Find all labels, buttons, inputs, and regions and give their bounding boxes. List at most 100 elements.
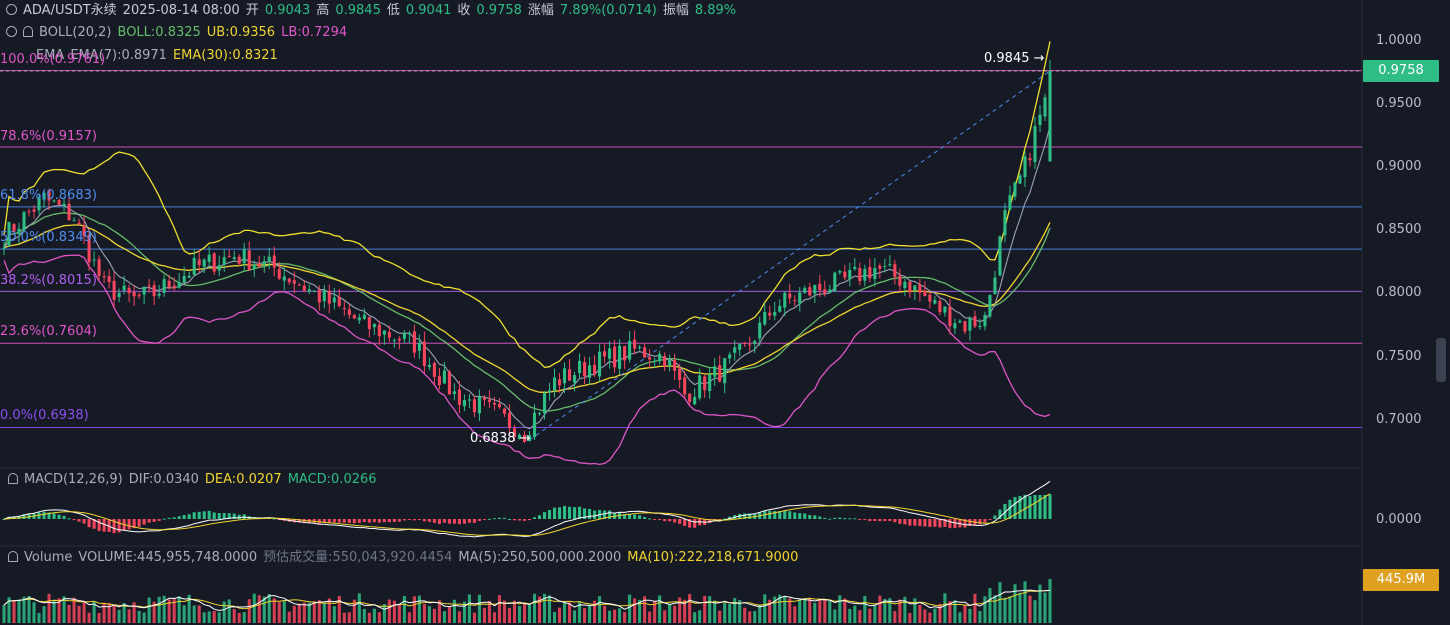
macd-bar: [437, 519, 441, 524]
candle-body: [182, 275, 186, 283]
macd-bar: [222, 513, 226, 519]
candle-body: [668, 359, 672, 366]
fib-label-100: 100.0%(0.9761): [0, 52, 106, 67]
volume-bar: [387, 599, 391, 623]
macd-bar: [948, 519, 952, 529]
candle-body: [437, 376, 441, 385]
candle-body: [537, 413, 542, 415]
candle-body: [262, 261, 266, 265]
macd-bar: [552, 507, 557, 519]
candle-body: [432, 363, 436, 377]
candle-body: [1028, 158, 1032, 161]
volume-bar: [47, 593, 51, 623]
candle-body: [893, 264, 897, 277]
candle-body: [282, 276, 286, 281]
price-tick: 0.7000: [1376, 412, 1422, 427]
alert-bell-icon[interactable]: [8, 551, 18, 562]
candle-body: [953, 323, 957, 329]
candle-body: [828, 289, 832, 293]
candle-body: [382, 330, 386, 335]
macd-bar: [502, 517, 507, 519]
candle-body: [773, 311, 777, 316]
volume-bar: [933, 608, 937, 623]
candle-body: [67, 203, 71, 221]
macd-bar: [823, 517, 827, 519]
candle-body: [823, 289, 827, 294]
volume-bar: [297, 603, 301, 623]
macd-bar: [542, 512, 547, 519]
alert-bell-icon[interactable]: [8, 473, 18, 484]
candle-body: [332, 297, 336, 303]
volume-bar: [347, 612, 351, 623]
macd-bar: [497, 517, 502, 519]
macd-bar: [833, 517, 837, 519]
macd-dea-line: [3, 493, 1051, 537]
volume-bar: [97, 612, 101, 623]
volume-bar: [412, 596, 416, 623]
volume-bar: [798, 599, 802, 623]
volume-ma10: MA(10):222,218,671.9000: [627, 550, 799, 565]
candle-body: [903, 281, 907, 289]
volume-bar: [22, 596, 26, 623]
volume-bar: [517, 605, 522, 623]
candle-body: [928, 294, 932, 302]
candle-body: [743, 342, 747, 345]
macd-bar: [422, 519, 426, 522]
eye-icon[interactable]: [6, 26, 17, 37]
volume-bar: [322, 602, 326, 623]
price-tick: 0.8000: [1376, 285, 1422, 300]
macd-bar: [818, 516, 822, 519]
high-label: 高: [316, 3, 330, 18]
volume-bar: [623, 612, 627, 623]
volume-bar: [142, 612, 146, 623]
volume-bar: [82, 602, 86, 623]
volume-bar: [953, 600, 957, 623]
volume-bar: [788, 598, 792, 623]
macd-bar: [342, 519, 346, 523]
candle-body: [132, 292, 136, 297]
volume-bar: [628, 594, 632, 623]
candle-body: [858, 267, 862, 282]
volume-bar: [633, 598, 637, 623]
volume-bar: [703, 595, 707, 623]
volume-bar: [1018, 592, 1022, 623]
volume-bar: [502, 600, 507, 623]
volume-bar: [983, 596, 987, 623]
volume-bar: [137, 610, 141, 623]
volume-bar: [562, 602, 567, 623]
volume-bar: [658, 595, 662, 623]
macd-bar: [658, 519, 662, 520]
macd-bar: [357, 519, 361, 523]
volume-bar: [583, 608, 587, 623]
macd-bar: [1038, 494, 1042, 519]
candle-body: [608, 348, 612, 359]
volume-bar: [573, 610, 577, 623]
candle-body: [342, 308, 346, 310]
macd-bar: [52, 513, 56, 519]
lock-icon[interactable]: [6, 4, 17, 15]
candle-body: [187, 275, 191, 278]
macd-bar: [813, 515, 817, 519]
candle-body: [978, 326, 982, 328]
volume-bar: [237, 612, 241, 623]
macd-bar: [457, 519, 461, 525]
volume-bar: [442, 611, 446, 623]
price-scale-handle[interactable]: [1436, 338, 1446, 382]
macd-bar: [562, 505, 567, 519]
candle-body: [287, 278, 291, 283]
volume-bar: [317, 600, 321, 623]
macd-bar: [1043, 494, 1047, 519]
fib-label-618: 61.8%(0.8683): [0, 188, 97, 203]
volume-bar: [1028, 595, 1032, 623]
volume-bar: [277, 601, 281, 623]
macd-bar: [192, 512, 196, 519]
candle-body: [778, 305, 782, 312]
alert-bell-icon[interactable]: [23, 26, 33, 37]
volume-bar: [863, 595, 867, 623]
candle-body: [552, 377, 557, 391]
volume-bar: [923, 609, 927, 623]
candle-body: [593, 364, 597, 375]
volume-bar: [1008, 596, 1012, 623]
macd-bar: [447, 519, 451, 524]
volume-bar: [302, 602, 306, 623]
